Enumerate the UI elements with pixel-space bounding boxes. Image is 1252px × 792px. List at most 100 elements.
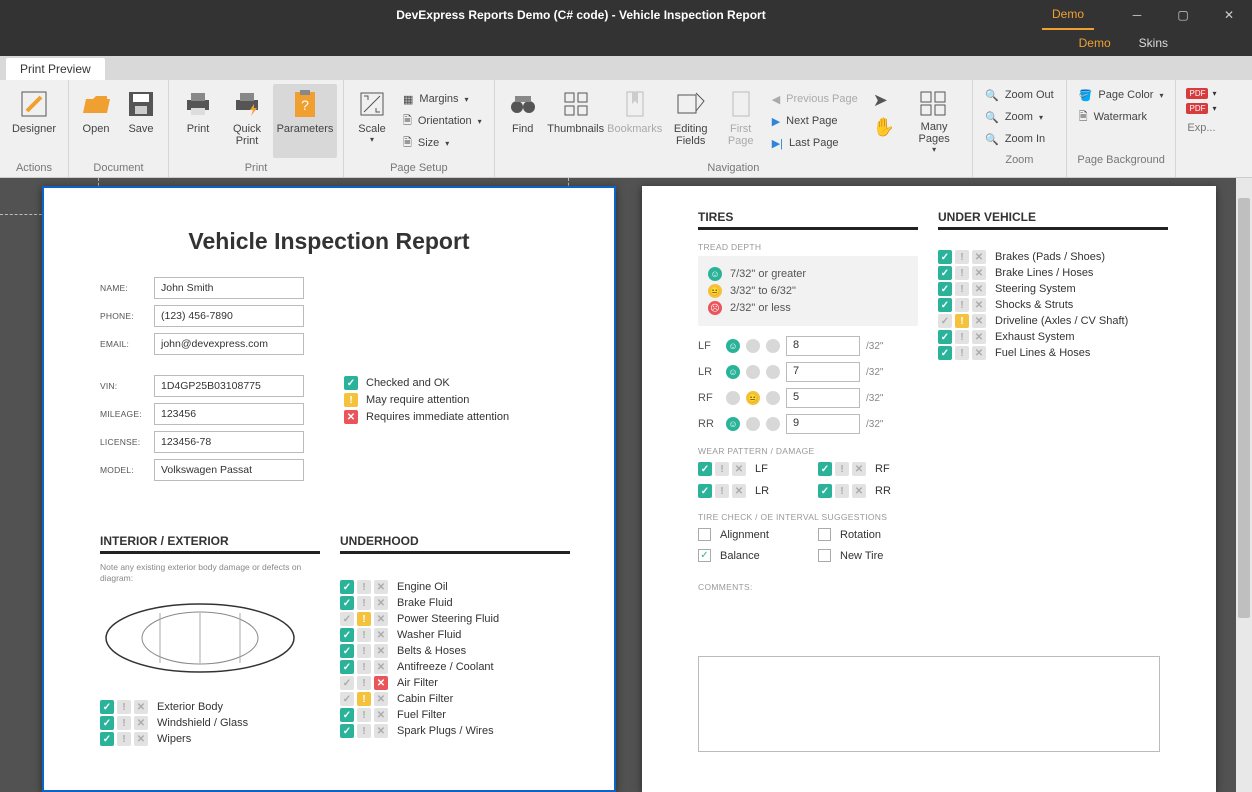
zoom-out-button[interactable]: 🔍Zoom Out (979, 84, 1060, 106)
underhood-item[interactable]: ✓!✕Cabin Filter (340, 692, 570, 706)
underhood-item[interactable]: ✓!✕Belts & Hoses (340, 644, 570, 658)
underhood-item[interactable]: ✓!✕Fuel Filter (340, 708, 570, 722)
designer-button[interactable]: Designer (6, 84, 62, 158)
editing-fields-button[interactable]: Editing Fields (666, 84, 716, 158)
ribbon-group-print: Print Quick Print ?Parameters Print (169, 80, 344, 177)
zoom-in-button[interactable]: 🔍Zoom In (979, 128, 1060, 150)
undv-item[interactable]: ✓!✕Shocks & Struts (938, 298, 1168, 312)
margins-button[interactable]: ▦Margins ▾ (397, 88, 488, 110)
paint-bucket-icon: 🪣 (1079, 89, 1093, 102)
tire-depth-input[interactable]: 8 (786, 336, 860, 356)
scale-icon (356, 88, 388, 120)
save-button[interactable]: Save (120, 84, 162, 158)
wear-item[interactable]: ✓!✕RF (818, 462, 918, 476)
undv-item[interactable]: ✓!✕Driveline (Axles / CV Shaft) (938, 314, 1168, 328)
tire-check-item[interactable]: Rotation (818, 528, 918, 541)
tab-print-preview[interactable]: Print Preview (6, 58, 105, 80)
export-mail-button[interactable]: PDF▾ (1186, 103, 1216, 114)
undv-item[interactable]: ✓!✕Brake Lines / Hoses (938, 266, 1168, 280)
many-pages-button[interactable]: Many Pages▾ (902, 84, 966, 158)
parameters-button[interactable]: ?Parameters (273, 84, 337, 158)
hand-tool[interactable]: ✋ (873, 117, 895, 138)
header-subtabs: Demo Skins (0, 30, 1252, 56)
undv-item[interactable]: ✓!✕Brakes (Pads / Shoes) (938, 250, 1168, 264)
page-color-button[interactable]: 🪣Page Color ▾ (1073, 84, 1170, 106)
export-pdf-button[interactable]: PDF▾ (1186, 88, 1216, 99)
preview-canvas[interactable]: Vehicle Inspection Report NAME:John Smit… (0, 178, 1252, 792)
orientation-button[interactable]: 🗎Orientation ▾ (397, 110, 488, 132)
license-field[interactable]: 123456-78 (154, 431, 304, 453)
ribbon-group-export: PDF▾ PDF▾ Exp... (1176, 80, 1226, 177)
phone-field[interactable]: (123) 456-7890 (154, 305, 304, 327)
check-icon: ✓ (344, 376, 358, 390)
tire-depth-input[interactable]: 5 (786, 388, 860, 408)
report-title: Vehicle Inspection Report (44, 228, 614, 255)
ribbon-group-zoom: 🔍Zoom Out 🔍Zoom ▾ 🔍Zoom In Zoom (973, 80, 1067, 177)
page-2: TIRES TREAD DEPTH ☺7/32" or greater 😐3/3… (642, 186, 1216, 792)
scale-button[interactable]: Scale▾ (350, 84, 394, 158)
model-field[interactable]: Volkswagen Passat (154, 459, 304, 481)
print-button[interactable]: Print (175, 84, 221, 158)
pointer-tool[interactable]: ➤ (873, 90, 895, 111)
warn-icon: ! (344, 393, 358, 407)
bookmarks-button: Bookmarks (607, 84, 663, 158)
underhood-item[interactable]: ✓!✕Engine Oil (340, 580, 570, 594)
pdf-mail-icon: PDF (1186, 103, 1208, 114)
mileage-field[interactable]: 123456 (154, 403, 304, 425)
intext-item[interactable]: ✓!✕Wipers (100, 732, 320, 746)
wear-item[interactable]: ✓!✕LF (698, 462, 798, 476)
underhood-item[interactable]: ✓!✕Spark Plugs / Wires (340, 724, 570, 738)
tire-depth-input[interactable]: 9 (786, 414, 860, 434)
intext-item[interactable]: ✓!✕Exterior Body (100, 700, 320, 714)
thumbnails-icon (560, 88, 592, 120)
vin-field[interactable]: 1D4GP25B03108775 (154, 375, 304, 397)
designer-icon (18, 88, 50, 120)
header-tab-demo[interactable]: Demo (1065, 30, 1125, 56)
last-page-button[interactable]: ▶|Last Page (766, 132, 866, 154)
section-tires: TIRES (698, 210, 918, 230)
orientation-icon: 🗎 (403, 112, 412, 131)
underhood-item[interactable]: ✓!✕Air Filter (340, 676, 570, 690)
save-icon (125, 88, 157, 120)
maximize-button[interactable]: ▢ (1160, 0, 1206, 30)
open-button[interactable]: Open (75, 84, 117, 158)
underhood-item[interactable]: ✓!✕Power Steering Fluid (340, 612, 570, 626)
first-page-icon (725, 88, 757, 120)
undv-item[interactable]: ✓!✕Fuel Lines & Hoses (938, 346, 1168, 360)
svg-text:?: ? (301, 97, 309, 113)
underhood-item[interactable]: ✓!✕Washer Fluid (340, 628, 570, 642)
minimize-button[interactable]: ─ (1114, 0, 1160, 30)
email-field[interactable]: john@devexpress.com (154, 333, 304, 355)
binoculars-icon (507, 88, 539, 120)
tire-check-item[interactable]: ✓Balance (698, 549, 798, 562)
name-field[interactable]: John Smith (154, 277, 304, 299)
header-tab-skins[interactable]: Skins (1125, 30, 1182, 56)
underhood-item[interactable]: ✓!✕Antifreeze / Coolant (340, 660, 570, 674)
size-icon: 🗎 (403, 134, 412, 153)
undv-item[interactable]: ✓!✕Steering System (938, 282, 1168, 296)
window-title: DevExpress Reports Demo (C# code) - Vehi… (120, 8, 1042, 22)
wear-item[interactable]: ✓!✕RR (818, 484, 918, 498)
tire-check-item[interactable]: New Tire (818, 549, 918, 562)
watermark-button[interactable]: 🗎Watermark (1073, 106, 1170, 128)
intext-item[interactable]: ✓!✕Windshield / Glass (100, 716, 320, 730)
tire-row-LF: LF☺8/32" (698, 336, 918, 356)
wear-item[interactable]: ✓!✕LR (698, 484, 798, 498)
quick-print-button[interactable]: Quick Print (224, 84, 270, 158)
many-pages-icon (918, 88, 950, 118)
thumbnails-button[interactable]: Thumbnails (548, 84, 604, 158)
comments-field[interactable] (698, 656, 1160, 752)
status-legend: ✓Checked and OK !May require attention ✕… (344, 373, 509, 427)
vertical-scrollbar[interactable] (1236, 178, 1252, 792)
close-button[interactable]: ✕ (1206, 0, 1252, 30)
margins-icon: ▦ (403, 93, 413, 106)
titlebar-demo-tab[interactable]: Demo (1042, 0, 1094, 30)
size-button[interactable]: 🗎Size ▾ (397, 132, 488, 154)
tire-depth-input[interactable]: 7 (786, 362, 860, 382)
zoom-button[interactable]: 🔍Zoom ▾ (979, 106, 1060, 128)
find-button[interactable]: Find (501, 84, 545, 158)
underhood-item[interactable]: ✓!✕Brake Fluid (340, 596, 570, 610)
next-page-button[interactable]: ▶Next Page (766, 110, 866, 132)
tire-check-item[interactable]: Alignment (698, 528, 798, 541)
undv-item[interactable]: ✓!✕Exhaust System (938, 330, 1168, 344)
